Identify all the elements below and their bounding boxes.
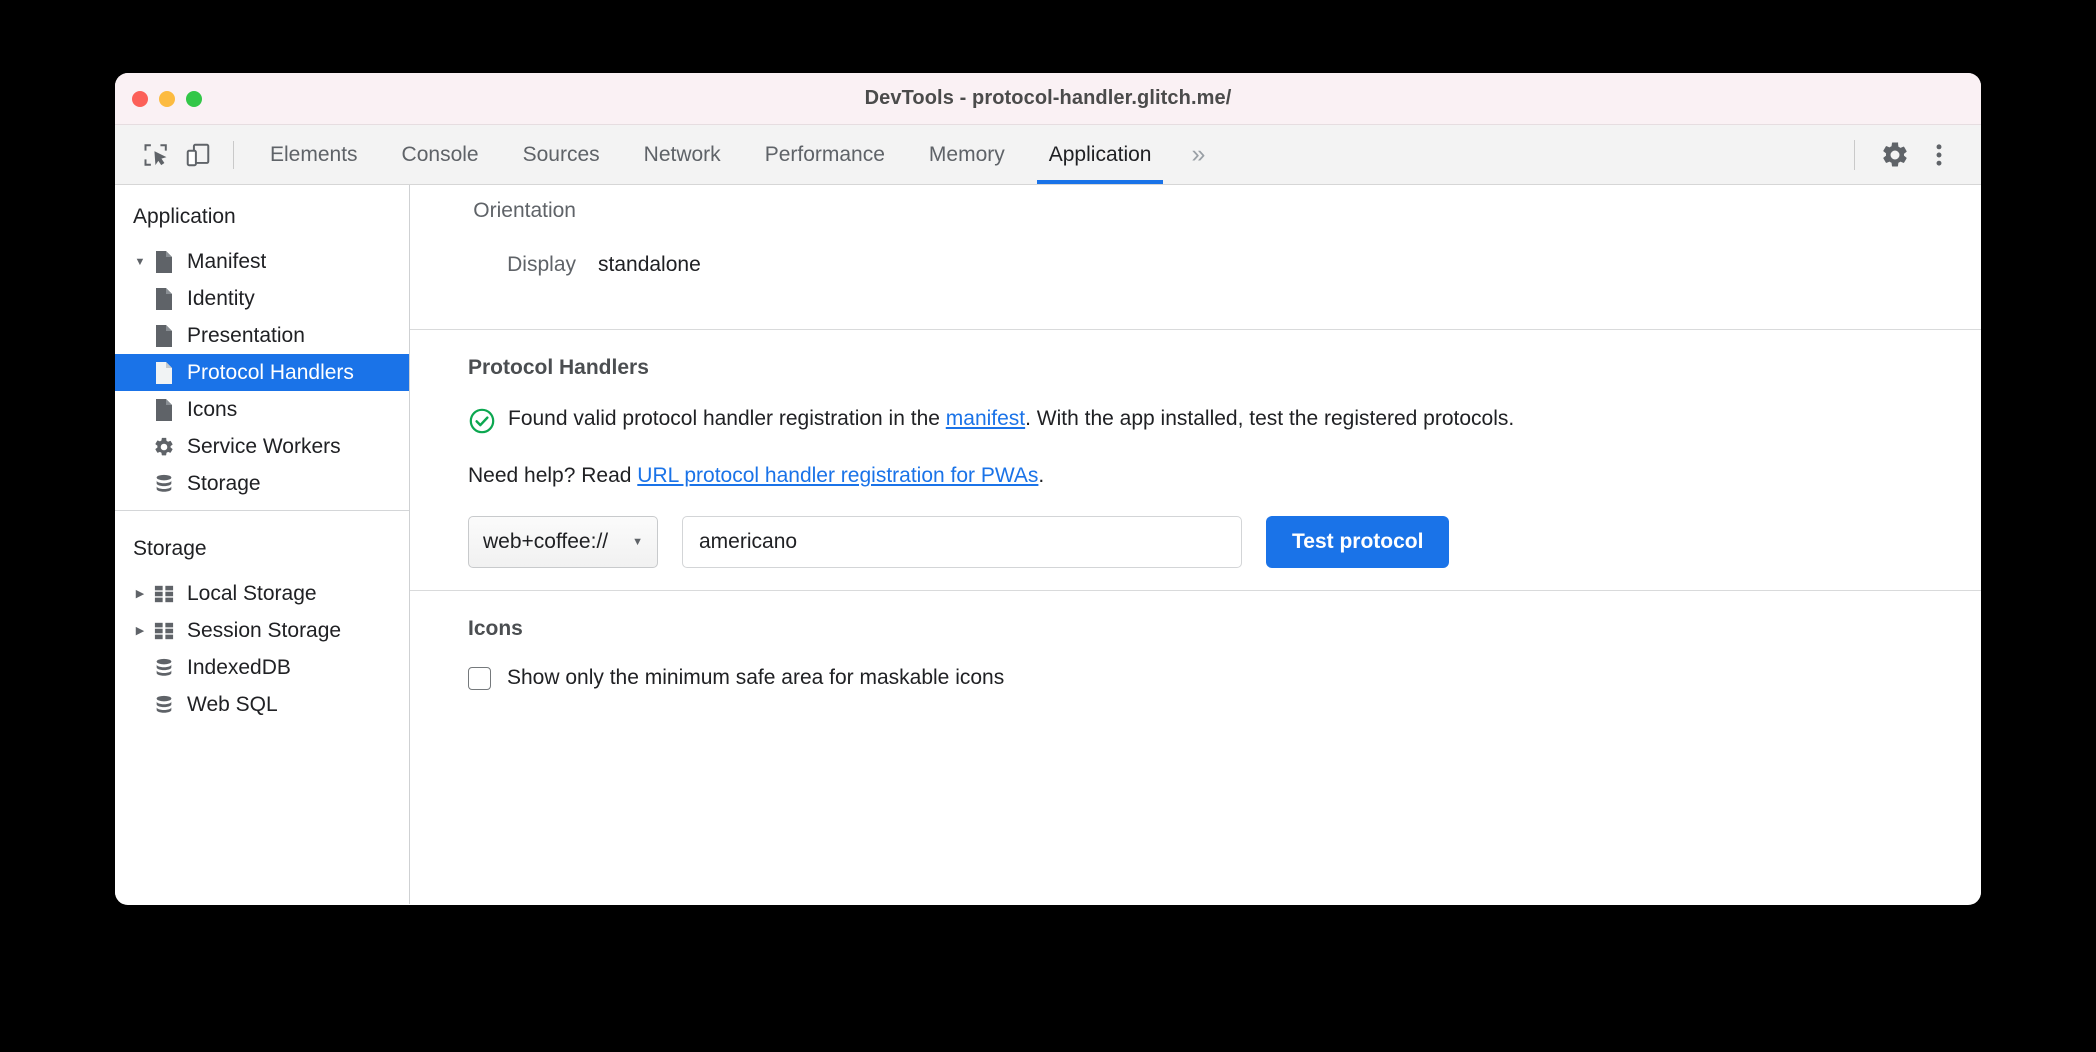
database-icon [151, 473, 177, 495]
help-text-before: Need help? Read [468, 464, 638, 488]
document-icon [151, 324, 177, 348]
tab-memory[interactable]: Memory [907, 125, 1027, 184]
sidebar-item-identity[interactable]: Identity [115, 280, 409, 317]
maskable-icons-label: Show only the minimum safe area for mask… [507, 666, 1005, 690]
test-protocol-button[interactable]: Test protocol [1266, 516, 1450, 569]
manifest-field-label: Orientation [473, 199, 576, 222]
tab-application[interactable]: Application [1027, 125, 1174, 184]
database-icon [151, 694, 177, 716]
protocol-scheme-select[interactable]: web+coffee:// ▼ [468, 516, 658, 569]
sidebar-item-session-storage[interactable]: ▶ Session Storage [115, 612, 409, 649]
minimize-window-button[interactable] [159, 90, 175, 107]
sidebar-item-label: Identity [187, 286, 255, 310]
sidebar-item-label: Web SQL [187, 692, 278, 716]
window-titlebar: DevTools - protocol-handler.glitch.me/ [115, 73, 1981, 125]
maskable-icons-checkbox-row[interactable]: Show only the minimum safe area for mask… [468, 666, 1981, 690]
protocol-handlers-title: Protocol Handlers [468, 356, 649, 379]
sidebar-item-label: IndexedDB [187, 655, 291, 679]
protocol-handlers-help: Need help? Read URL protocol handler reg… [468, 464, 1981, 488]
pwa-docs-link[interactable]: URL protocol handler registration for PW… [637, 464, 1038, 487]
manifest-link[interactable]: manifest [946, 407, 1025, 430]
sidebar-section-application: Application ▼ Manifest Identity Presenta… [115, 195, 409, 510]
sidebar-item-label: Presentation [187, 323, 305, 347]
sidebar-item-label: Session Storage [187, 618, 342, 642]
traffic-lights [132, 90, 202, 107]
sidebar-heading-storage: Storage [133, 537, 207, 560]
sidebar-item-label: Local Storage [187, 581, 317, 605]
document-icon [151, 398, 177, 422]
tabbar-right-controls [1854, 133, 1961, 177]
panel-tabs: Elements Console Sources Network Perform… [248, 125, 1221, 184]
sidebar-item-label: Service Workers [187, 434, 341, 458]
sidebar-section-storage: Storage ▶ Local Storage ▶ Session Storag… [115, 510, 409, 731]
status-text-before: Found valid protocol handler registratio… [508, 407, 946, 430]
sidebar-heading-application: Application [133, 205, 236, 228]
manifest-field-value: standalone [598, 253, 701, 276]
sidebar-item-label: Storage [187, 471, 261, 495]
manifest-field-list: Orientation Display standalone [410, 185, 1981, 329]
table-icon [151, 584, 177, 604]
chevron-right-icon[interactable]: ▶ [129, 624, 151, 637]
sidebar-item-local-storage[interactable]: ▶ Local Storage [115, 575, 409, 612]
gear-icon [151, 436, 177, 458]
status-text-after: . With the app installed, test the regis… [1025, 407, 1515, 430]
tab-sources[interactable]: Sources [501, 125, 622, 184]
devtools-body: Application ▼ Manifest Identity Presenta… [115, 185, 1981, 904]
more-tabs-chevron-icon[interactable]: » [1173, 125, 1221, 184]
icons-title: Icons [468, 617, 523, 641]
chevron-down-icon: ▼ [632, 536, 643, 549]
document-icon [151, 250, 177, 274]
maskable-icons-checkbox[interactable] [468, 666, 491, 690]
document-icon [151, 287, 177, 311]
sidebar-item-presentation[interactable]: Presentation [115, 317, 409, 354]
protocol-handlers-status: Found valid protocol handler registratio… [468, 405, 1858, 442]
tabbar-right-divider [1854, 139, 1855, 170]
sidebar-item-web-sql[interactable]: Web SQL [115, 686, 409, 723]
tab-network[interactable]: Network [622, 125, 743, 184]
table-icon [151, 621, 177, 641]
sidebar-item-manifest[interactable]: ▼ Manifest [115, 243, 409, 280]
sidebar-item-label: Icons [187, 397, 238, 421]
manifest-row-display: Display standalone [410, 253, 1981, 277]
tab-elements[interactable]: Elements [248, 125, 380, 184]
sidebar-item-label: Protocol Handlers [187, 360, 354, 384]
document-icon [151, 361, 177, 385]
device-toolbar-icon[interactable] [177, 134, 219, 176]
manifest-field-label: Display [507, 253, 576, 276]
status-text: Found valid protocol handler registratio… [508, 405, 1514, 432]
devtools-tabbar: Elements Console Sources Network Perform… [115, 125, 1981, 185]
close-window-button[interactable] [132, 90, 148, 107]
sidebar-item-service-workers[interactable]: Service Workers [115, 428, 409, 465]
devtools-window: DevTools - protocol-handler.glitch.me/ E… [115, 73, 1981, 905]
maximize-window-button[interactable] [186, 90, 202, 107]
database-icon [151, 657, 177, 679]
help-text-after: . [1038, 464, 1045, 488]
toolbar-divider [233, 140, 234, 169]
protocol-scheme-value: web+coffee:// [483, 530, 609, 554]
window-title: DevTools - protocol-handler.glitch.me/ [864, 87, 1232, 109]
icons-section: Icons Show only the minimum safe area fo… [410, 591, 1981, 712]
manifest-row-orientation: Orientation [410, 199, 1981, 223]
tab-performance[interactable]: Performance [743, 125, 907, 184]
check-circle-icon [468, 407, 496, 442]
protocol-handlers-section: Protocol Handlers Found valid protocol h… [410, 330, 1981, 590]
manifest-content-panel: Orientation Display standalone Protocol … [410, 185, 1981, 904]
sidebar-item-storage[interactable]: Storage [115, 465, 409, 502]
application-sidebar: Application ▼ Manifest Identity Presenta… [115, 185, 410, 904]
sidebar-item-icons[interactable]: Icons [115, 391, 409, 428]
sidebar-item-label: Manifest [187, 249, 267, 273]
chevron-right-icon[interactable]: ▶ [129, 587, 151, 600]
gear-icon[interactable] [1873, 133, 1917, 177]
inspect-element-icon[interactable] [135, 134, 177, 176]
sidebar-item-protocol-handlers[interactable]: Protocol Handlers [115, 354, 409, 391]
kebab-menu-icon[interactable] [1917, 133, 1961, 177]
chevron-down-icon[interactable]: ▼ [129, 256, 151, 268]
tab-console[interactable]: Console [380, 125, 501, 184]
protocol-test-controls: web+coffee:// ▼ Test protocol [468, 516, 1981, 569]
sidebar-item-indexeddb[interactable]: IndexedDB [115, 649, 409, 686]
protocol-path-input[interactable] [682, 516, 1242, 569]
